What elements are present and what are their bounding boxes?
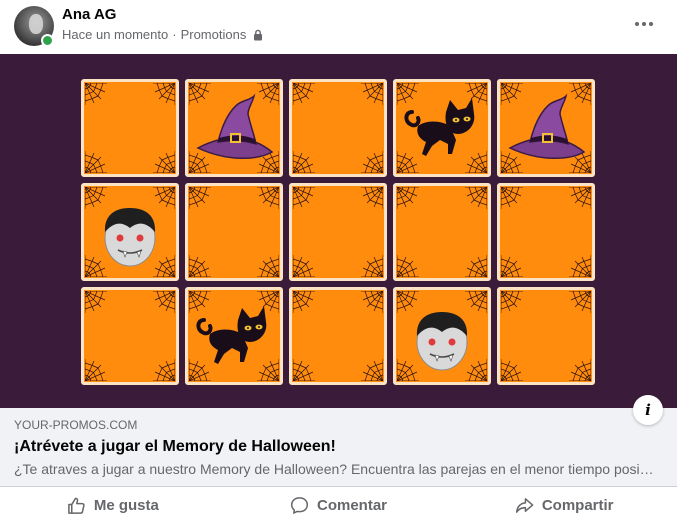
vampire-icon [416,312,468,371]
spider-web-decoration [189,255,211,277]
spider-web-decoration [153,291,175,313]
spider-web-decoration [361,187,383,209]
black-cat-icon [404,98,475,156]
spider-web-decoration [501,359,523,381]
post-header: Ana AG Hace un momento · Promotions [0,0,677,54]
memory-card-face-down[interactable] [185,183,283,281]
spider-web-decoration [85,151,107,173]
spider-web-decoration [501,255,523,277]
more-options-button[interactable] [628,8,660,40]
thumbs-up-icon [67,497,85,514]
link-preview[interactable]: YOUR-PROMOS.COM ¡Atrévete a jugar el Mem… [0,408,677,486]
share-label: Compartir [541,496,614,514]
memory-game-image[interactable] [0,54,677,408]
spider-web-decoration [257,187,279,209]
like-button[interactable]: Me gusta [0,487,226,523]
comment-label: Comentar [317,496,388,514]
post-meta: Hace un momento · Promotions [62,27,264,42]
memory-card-face-down[interactable] [81,287,179,385]
memory-card-face-down[interactable] [81,79,179,177]
spider-web-decoration [501,187,523,209]
memory-card-witch-hat[interactable] [185,79,283,177]
spider-web-decoration [397,255,419,277]
meta-separator: · [172,27,177,42]
memory-card-face-down[interactable] [497,183,595,281]
spider-web-decoration [85,83,107,105]
memory-card-vampire[interactable] [393,287,491,385]
memory-card-witch-hat[interactable] [497,79,595,177]
post-timestamp[interactable]: Hace un momento [62,27,168,42]
black-cat-icon [196,306,267,364]
like-label: Me gusta [93,496,159,514]
spider-web-decoration [569,255,591,277]
link-title[interactable]: ¡Atrévete a jugar el Memory de Halloween… [14,438,336,456]
memory-card-face-down[interactable] [393,183,491,281]
comment-icon [290,496,309,514]
witch-hat-icon [508,93,586,159]
spider-web-decoration [189,187,211,209]
spider-web-decoration [293,83,315,105]
spider-web-decoration [501,291,523,313]
spider-web-decoration [153,359,175,381]
witch-hat-icon [196,93,274,159]
spider-web-decoration [153,151,175,173]
spider-web-decoration [569,291,591,313]
spider-web-decoration [361,151,383,173]
memory-card-face-down[interactable] [497,287,595,385]
memory-card-face-down[interactable] [289,287,387,385]
share-button[interactable]: Compartir [451,487,677,523]
memory-card-face-down[interactable] [289,183,387,281]
spider-web-decoration [397,187,419,209]
spider-web-decoration [465,187,487,209]
spider-web-decoration [153,83,175,105]
vampire-icon [104,208,156,267]
link-domain: YOUR-PROMOS.COM [14,418,138,432]
spider-web-decoration [361,255,383,277]
author-name[interactable]: Ana AG [62,6,116,23]
lock-icon [254,29,263,40]
spider-web-decoration [293,255,315,277]
more-options-icon [635,22,653,26]
memory-card-black-cat[interactable] [185,287,283,385]
online-status-dot [41,34,54,47]
spider-web-decoration [361,291,383,313]
spider-web-decoration [465,255,487,277]
info-button[interactable]: i [633,395,663,425]
spider-web-decoration [85,359,107,381]
spider-web-decoration [257,255,279,277]
link-description: ¿Te atraves a jugar a nuestro Memory de … [14,461,654,477]
spider-web-decoration [361,359,383,381]
spider-web-decoration [293,359,315,381]
post-audience[interactable]: Promotions [181,27,247,42]
memory-card-vampire[interactable] [81,183,179,281]
memory-card-black-cat[interactable] [393,79,491,177]
memory-card-face-down[interactable] [289,79,387,177]
spider-web-decoration [569,359,591,381]
comment-button[interactable]: Comentar [226,487,452,523]
spider-web-decoration [293,291,315,313]
spider-web-decoration [293,187,315,209]
spider-web-decoration [361,83,383,105]
spider-web-decoration [293,151,315,173]
spider-web-decoration [569,187,591,209]
spider-web-decoration [85,291,107,313]
action-bar: Me gusta Comentar Compartir [0,486,677,523]
share-icon [515,497,534,513]
